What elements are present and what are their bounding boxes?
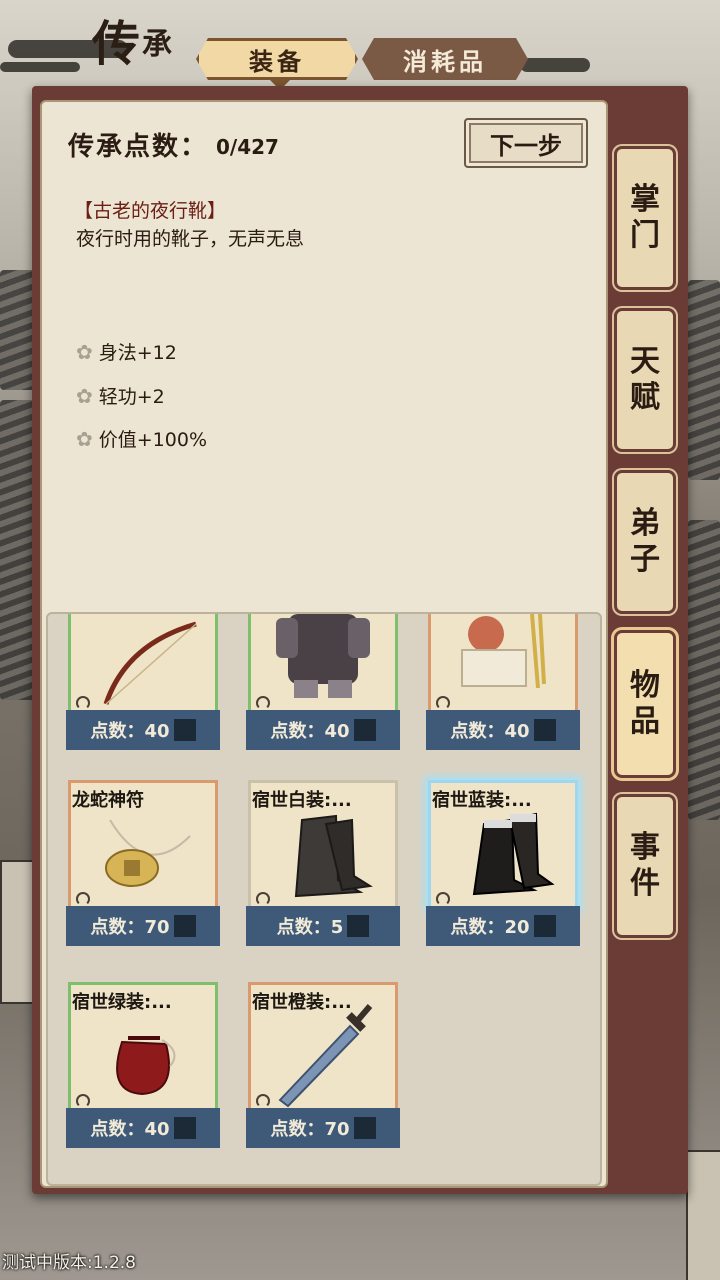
version-label: 测试中版本:1.2.8 xyxy=(2,1253,136,1273)
tab-equipment[interactable]: 装备 xyxy=(196,38,358,80)
pouch-icon xyxy=(116,1036,176,1096)
tab-consumables[interactable]: 消耗品 xyxy=(362,38,528,80)
selected-item-description: 夜行时用的靴子，无声无息 xyxy=(76,228,305,250)
points-label: 传承点数： xyxy=(68,132,209,162)
points-value: 0/427 xyxy=(216,135,279,159)
star-icon: ✿ xyxy=(76,426,93,451)
side-tab-talent[interactable]: 天赋 xyxy=(614,308,676,452)
star-icon: ✿ xyxy=(76,383,93,408)
sword-icon xyxy=(278,1004,373,1108)
item-card[interactable]: 点数：40 xyxy=(426,614,580,750)
side-tab-events[interactable]: 事件 xyxy=(614,794,676,938)
item-card[interactable]: 宿世橙装:... 点数：70 xyxy=(246,982,400,1148)
item-card[interactable]: 宿世白装:... 点数：5 xyxy=(246,780,400,946)
item-card[interactable]: 宿世绿装:... 点数：40 xyxy=(66,982,220,1148)
stat-row: ✿ 身法+12 xyxy=(76,339,177,365)
page-title: 传承 xyxy=(92,16,175,72)
star-icon: ✿ xyxy=(76,339,93,364)
amulet-icon xyxy=(105,819,191,887)
item-grid: 点数：40 点数：40 点数：40 龙蛇神符 点数：70 宿世白装:... 点数… xyxy=(46,612,602,1186)
boots-icon xyxy=(294,814,373,898)
boots-icon xyxy=(472,812,555,896)
next-step-button[interactable]: 下一步 xyxy=(464,118,588,168)
item-card[interactable]: 龙蛇神符 点数：70 xyxy=(66,780,220,946)
item-card[interactable]: 点数：40 xyxy=(246,614,400,750)
side-tab-items[interactable]: 物品 xyxy=(614,630,676,778)
side-tab-sect-leader[interactable]: 掌门 xyxy=(614,146,676,290)
stat-row: ✿ 价值+100% xyxy=(76,426,208,452)
stat-row: ✿ 轻功+2 xyxy=(76,383,165,409)
top-tabs: 装备 消耗品 xyxy=(196,38,528,80)
item-card-selected[interactable]: 宿世蓝装:... 点数：20 xyxy=(426,780,580,946)
item-card[interactable]: 点数：40 xyxy=(66,614,220,750)
side-tab-disciples[interactable]: 弟子 xyxy=(614,470,676,614)
selected-item-name: 【古老的夜行靴】 xyxy=(74,200,227,222)
